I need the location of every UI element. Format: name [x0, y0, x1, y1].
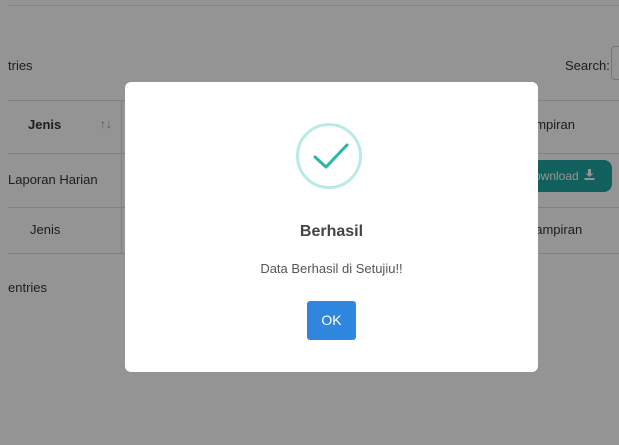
success-dialog: Berhasil Data Berhasil di Setujiu!! OK [125, 82, 538, 372]
success-icon-circle [296, 123, 362, 189]
ok-button[interactable]: OK [307, 301, 356, 340]
dialog-title: Berhasil [299, 223, 364, 240]
check-icon [313, 143, 349, 169]
dialog-message: Data Berhasil di Setujiu!! [260, 261, 403, 276]
